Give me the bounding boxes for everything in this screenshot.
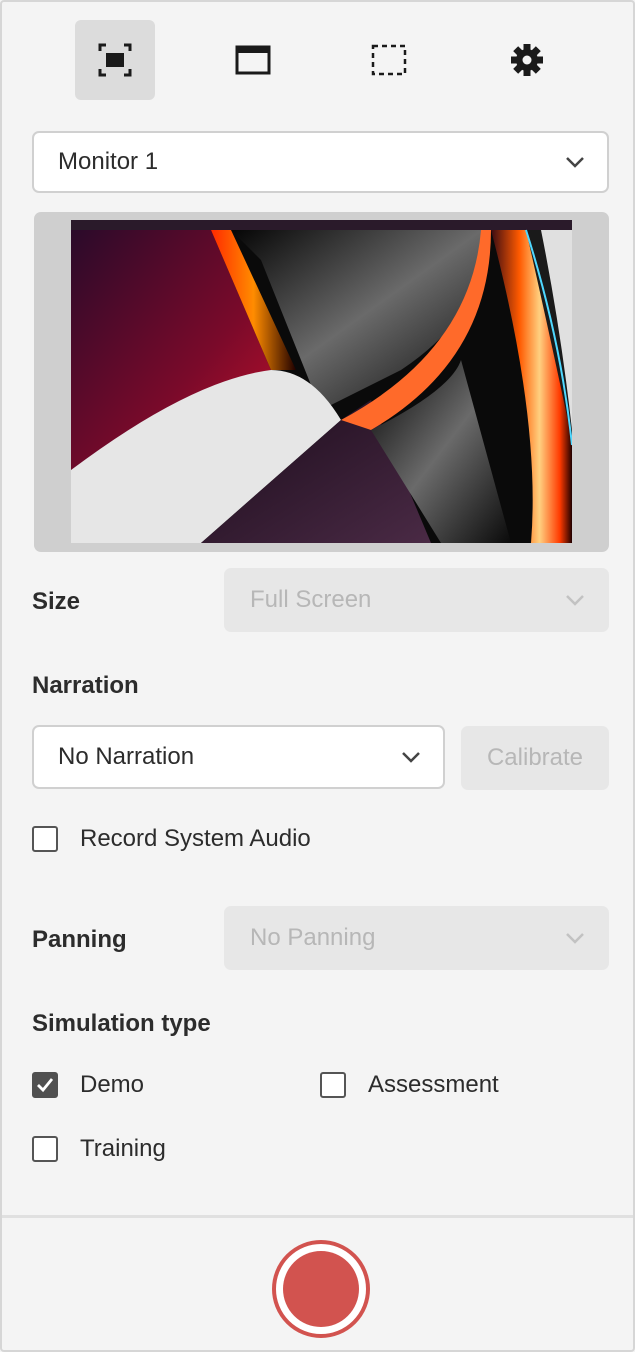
panning-select: No Panning [224,906,609,970]
dashed-area-icon [371,44,407,76]
chevron-down-icon [566,595,584,606]
full-screen-mode-button[interactable] [75,20,155,100]
footer-divider [2,1215,633,1218]
training-checkbox[interactable]: Training [32,1135,166,1163]
demo-label: Demo [80,1071,145,1098]
settings-button[interactable] [487,20,567,100]
assessment-label: Assessment [368,1071,499,1098]
window-mode-button[interactable] [213,20,293,100]
record-button[interactable] [272,1240,370,1338]
training-label: Training [80,1135,166,1162]
chevron-down-icon [566,157,584,168]
record-system-audio-checkbox[interactable]: Record System Audio [32,825,311,853]
custom-area-mode-button[interactable] [349,20,429,100]
window-icon [235,45,271,75]
full-screen-icon [98,43,132,77]
narration-select[interactable]: No Narration [32,725,445,789]
checkbox-box[interactable] [32,1072,58,1098]
panning-label: Panning [32,926,127,953]
capture-panel: Monitor 1 Size Full Screen Narration No … [0,0,635,1352]
size-label: Size [32,588,81,615]
size-select-value: Full Screen [250,586,372,613]
chevron-down-icon [566,933,584,944]
simulation-type-label: Simulation type [32,1010,211,1037]
monitor-preview-image [71,220,572,543]
monitor-select-value: Monitor 1 [58,148,159,175]
panning-select-value: No Panning [250,924,376,951]
record-icon [283,1251,359,1327]
monitor-select[interactable]: Monitor 1 [32,131,609,193]
record-system-audio-label: Record System Audio [80,825,311,852]
gear-icon [511,44,543,76]
monitor-preview-frame [34,212,609,552]
chevron-down-icon [402,752,420,763]
narration-select-value: No Narration [58,743,195,770]
checkmark-icon [37,1078,54,1093]
calibrate-button[interactable]: Calibrate [461,726,609,790]
assessment-checkbox[interactable]: Assessment [320,1071,499,1099]
checkbox-box[interactable] [320,1072,346,1098]
size-select: Full Screen [224,568,609,632]
narration-label: Narration [32,672,139,699]
checkbox-box[interactable] [32,1136,58,1162]
demo-checkbox[interactable]: Demo [32,1071,144,1099]
checkbox-box[interactable] [32,826,58,852]
